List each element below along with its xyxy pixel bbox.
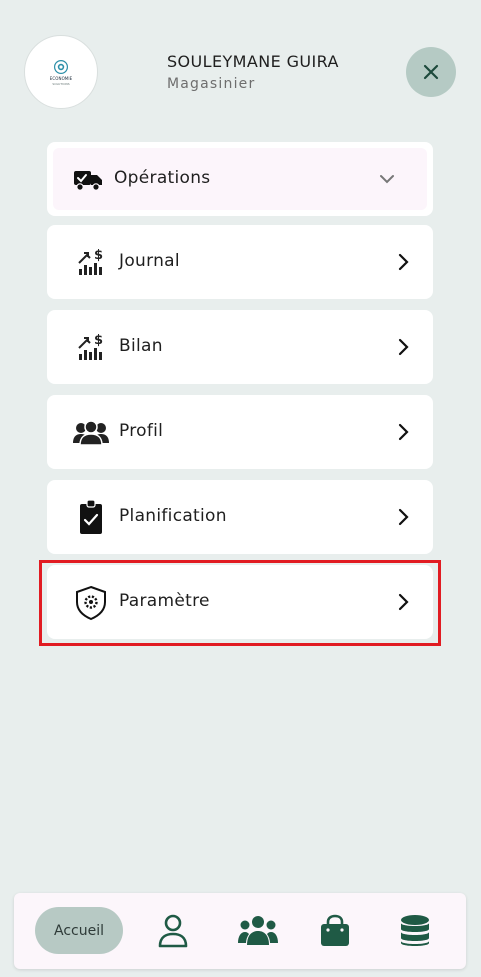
svg-text:$: $ — [94, 333, 103, 348]
menu-item-bilan[interactable]: $ Bilan — [47, 310, 433, 384]
menu-item-label: Opérations — [114, 168, 211, 188]
database-icon[interactable] — [397, 913, 433, 949]
bottom-navigation: Accueil — [14, 893, 466, 969]
truck-check-icon — [74, 171, 102, 191]
close-icon — [423, 64, 439, 80]
menu-item-label: Paramètre — [119, 591, 210, 611]
operations-highlight — [53, 148, 427, 210]
menu-item-label: Profil — [119, 421, 164, 441]
chevron-right-icon — [398, 508, 409, 526]
clipboard-check-icon — [80, 499, 102, 534]
chevron-right-icon — [398, 593, 409, 611]
company-logo-icon — [54, 59, 68, 74]
users-group-icon — [73, 420, 109, 446]
svg-text:$: $ — [94, 248, 103, 263]
nav-home-button[interactable]: Accueil — [35, 907, 123, 954]
avatar: ECONOMIE SOLUTIONS — [24, 35, 98, 109]
menu-item-journal[interactable]: $ Journal — [47, 225, 433, 299]
drawer-header: ECONOMIE SOLUTIONS SOULEYMANE GUIRA Maga… — [0, 0, 481, 120]
menu-item-label: Planification — [119, 506, 227, 526]
menu-item-label: Journal — [119, 251, 180, 271]
user-name: SOULEYMANE GUIRA — [167, 52, 339, 71]
user-icon[interactable] — [155, 913, 191, 949]
finance-chart-icon: $ — [78, 248, 103, 275]
chevron-right-icon — [398, 253, 409, 271]
nav-home-label: Accueil — [54, 922, 104, 939]
finance-chart-icon: $ — [78, 333, 103, 360]
menu-item-operations[interactable]: Opérations — [47, 142, 433, 216]
chevron-right-icon — [398, 338, 409, 356]
shopping-bag-icon[interactable] — [317, 913, 353, 949]
chevron-right-icon — [398, 423, 409, 441]
logo-subtext: SOLUTIONS — [52, 81, 70, 86]
user-role: Magasinier — [167, 76, 256, 92]
menu-item-profil[interactable]: Profil — [47, 395, 433, 469]
close-button[interactable] — [406, 47, 456, 97]
logo-text: ECONOMIE — [49, 75, 73, 81]
menu-item-parametre[interactable]: Paramètre — [47, 565, 433, 639]
chevron-down-icon — [380, 175, 394, 184]
team-icon[interactable] — [238, 913, 278, 949]
menu-item-planification[interactable]: Planification — [47, 480, 433, 554]
shield-gear-icon — [76, 585, 106, 621]
menu-item-label: Bilan — [119, 336, 163, 356]
